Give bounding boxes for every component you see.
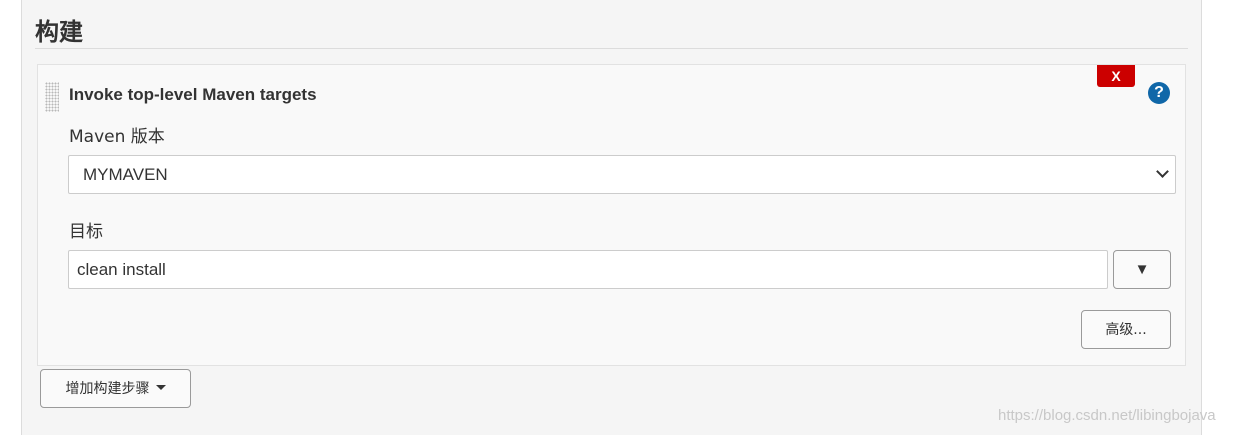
maven-version-label: Maven 版本 xyxy=(69,127,165,147)
step-title: Invoke top-level Maven targets xyxy=(69,85,317,104)
build-step-maven: Invoke top-level Maven targets X ? Maven… xyxy=(37,64,1186,366)
goals-label: 目标 xyxy=(69,222,103,242)
maven-version-select[interactable]: MYMAVEN xyxy=(68,155,1176,194)
delete-step-button[interactable]: X xyxy=(1097,65,1135,87)
add-build-step-button[interactable]: 增加构建步骤 xyxy=(40,369,191,408)
drag-handle-icon[interactable] xyxy=(45,82,59,112)
chevron-down-icon xyxy=(1156,165,1169,178)
section-title: 构建 xyxy=(35,18,83,46)
add-build-step-label: 增加构建步骤 xyxy=(65,380,150,397)
caret-down-icon xyxy=(155,385,166,390)
watermark: https://blog.csdn.net/libingbojava xyxy=(998,407,1216,424)
advanced-button[interactable]: 高级... xyxy=(1081,310,1171,349)
section-divider xyxy=(35,48,1188,49)
build-section: 构建 Invoke top-level Maven targets X ? Ma… xyxy=(21,0,1202,435)
goals-input[interactable]: clean install xyxy=(68,250,1108,289)
maven-version-value: MYMAVEN xyxy=(83,165,168,184)
help-icon[interactable]: ? xyxy=(1148,82,1170,104)
expand-goals-button[interactable]: ▼ xyxy=(1113,250,1171,289)
